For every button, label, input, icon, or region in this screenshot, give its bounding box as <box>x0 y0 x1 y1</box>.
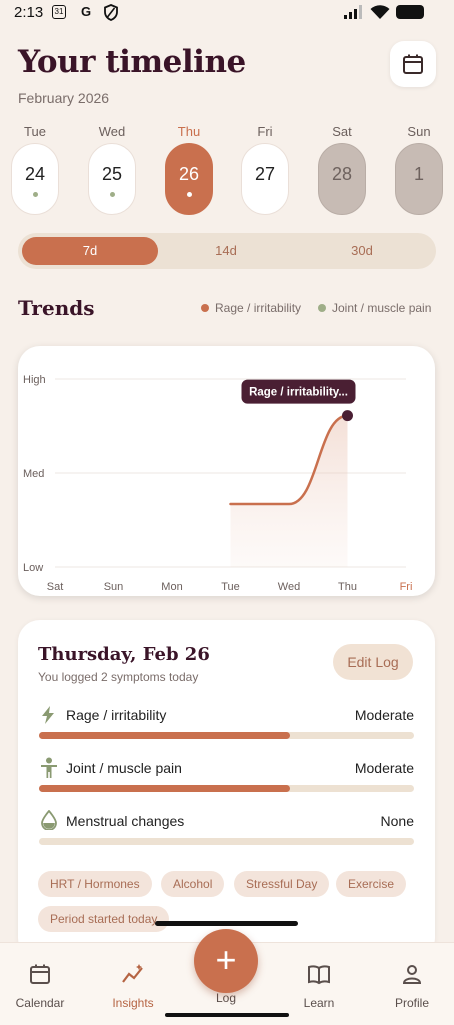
x-tick-label: Fri <box>400 581 413 593</box>
range-14d-button[interactable]: 14d <box>158 237 294 265</box>
symptom-name: Joint / muscle pain <box>66 760 182 776</box>
x-tick-label: Mon <box>161 581 182 593</box>
day-number: 27 <box>254 164 276 184</box>
day-pill-25[interactable]: 25 <box>88 143 136 215</box>
legend-label: Rage / irritability <box>215 301 302 315</box>
range-30d-button[interactable]: 30d <box>294 237 430 265</box>
weekday-label: Sun <box>407 124 431 139</box>
day-pill-28: 28 <box>318 143 366 215</box>
x-tick-label: Thu <box>338 581 357 593</box>
symptom-severity: Moderate <box>354 760 414 776</box>
weekday-label: Tue <box>24 124 46 139</box>
x-tick-label: Tue <box>221 581 240 593</box>
log-indicator-dot <box>110 192 115 197</box>
tag-chip[interactable]: Stressful Day <box>234 871 330 897</box>
nav-label: Learn <box>303 996 335 1010</box>
range-7d-button[interactable]: 7d <box>22 237 158 265</box>
weekday-label: Fri <box>257 124 273 139</box>
nav-label: Insights <box>112 996 154 1010</box>
home-indicator <box>165 1013 289 1017</box>
signal-icon <box>344 5 362 19</box>
gesture-bar <box>155 921 298 926</box>
tag-chip[interactable]: HRT / Hormones <box>38 871 152 897</box>
log-summary: You logged 2 symptoms today <box>38 670 199 684</box>
day-pill-1: 1 <box>395 143 443 215</box>
day-number: 24 <box>24 164 46 184</box>
weekday-label: Wed <box>98 124 126 139</box>
edit-log-button[interactable]: Edit Log <box>333 644 413 680</box>
trend-chart: Low Med High Sat Sun Mon Tue Wed Thu Fri Rage / ir… <box>23 374 413 593</box>
range-selector: 7d 14d 30d <box>18 233 436 269</box>
severity-fill <box>39 785 291 792</box>
log-indicator-dot <box>187 192 192 197</box>
log-date-title: Thursday, Feb 26 <box>38 644 210 665</box>
book-icon <box>308 965 330 985</box>
tag-chip[interactable]: Alcohol <box>161 871 225 897</box>
day-number: 26 <box>178 164 200 184</box>
legend-swatch <box>201 304 209 312</box>
tag-chip[interactable]: Period started today <box>38 906 170 932</box>
legend-swatch <box>318 304 326 312</box>
calendar-icon <box>403 54 423 74</box>
battery-icon <box>396 5 424 19</box>
day-pill-26[interactable]: 26 <box>165 143 213 215</box>
x-tick-label: Wed <box>278 581 300 593</box>
wifi-icon <box>370 5 390 19</box>
severity-fill <box>39 732 291 739</box>
nav-calendar[interactable]: Calendar <box>0 963 80 1010</box>
trend-chart-card: Low Med High Sat Sun Mon Tue Wed Thu Fri Rage / ir… <box>18 346 435 596</box>
droplet-icon <box>41 810 57 830</box>
symptom-name: Menstrual changes <box>66 813 185 829</box>
legend-item-rage: Rage / irritability <box>201 301 301 315</box>
month-label: February 2026 <box>18 90 110 106</box>
status-time: 2:13 <box>14 4 44 21</box>
day-pill-27[interactable]: 27 <box>241 143 289 215</box>
tag-chip[interactable]: Exercise <box>336 871 407 897</box>
calendar-app-icon: 31 <box>52 5 66 19</box>
page-title: Your timeline <box>18 44 246 80</box>
day-number: 28 <box>331 164 353 184</box>
nav-profile[interactable]: Profile <box>372 963 452 1010</box>
person-icon <box>41 757 57 778</box>
nav-learn[interactable]: Learn <box>279 963 359 1010</box>
severity-bar <box>39 732 414 739</box>
nav-insights[interactable]: Insights <box>93 963 173 1010</box>
trends-heading: Trends <box>18 296 95 320</box>
symptom-name: Rage / irritability <box>66 707 167 723</box>
legend-item-joint: Joint / muscle pain <box>318 301 431 315</box>
x-tick-label: Sat <box>47 581 64 593</box>
tooltip-label: Rage / irritability... <box>249 387 348 399</box>
day-number: 25 <box>101 164 123 184</box>
data-point <box>342 410 353 422</box>
daily-log-card: Thursday, Feb 26 You logged 2 symptoms t… <box>18 620 435 960</box>
add-log-button[interactable]: + <box>194 929 258 993</box>
y-tick-label: Low <box>23 562 43 574</box>
y-tick-label: High <box>23 374 46 386</box>
symptom-severity: Moderate <box>354 707 414 723</box>
shield-icon <box>104 4 118 21</box>
nav-label: Log <box>215 991 237 1005</box>
legend-label: Joint / muscle pain <box>332 301 432 315</box>
series-area <box>230 415 348 567</box>
y-tick-label: Med <box>23 468 44 480</box>
severity-bar <box>39 785 414 792</box>
weekday-label: Thu <box>177 124 201 139</box>
symptom-severity: None <box>380 813 414 829</box>
nav-label: Profile <box>394 996 429 1010</box>
log-indicator-dot <box>33 192 38 197</box>
x-tick-label: Sun <box>104 581 124 593</box>
calendar-icon <box>30 964 50 984</box>
day-number: 1 <box>413 164 424 184</box>
weekday-label: Sat <box>332 124 352 139</box>
severity-bar <box>39 838 414 845</box>
insights-icon <box>122 964 143 983</box>
day-pill-24[interactable]: 24 <box>11 143 59 215</box>
calendar-button[interactable] <box>390 41 436 87</box>
plus-icon: + <box>215 939 237 980</box>
nav-label: Calendar <box>15 996 65 1010</box>
status-bar: 2:13 31 G <box>0 0 454 26</box>
google-icon: G <box>80 4 92 19</box>
lightning-icon <box>42 706 54 724</box>
person-icon <box>402 965 422 984</box>
